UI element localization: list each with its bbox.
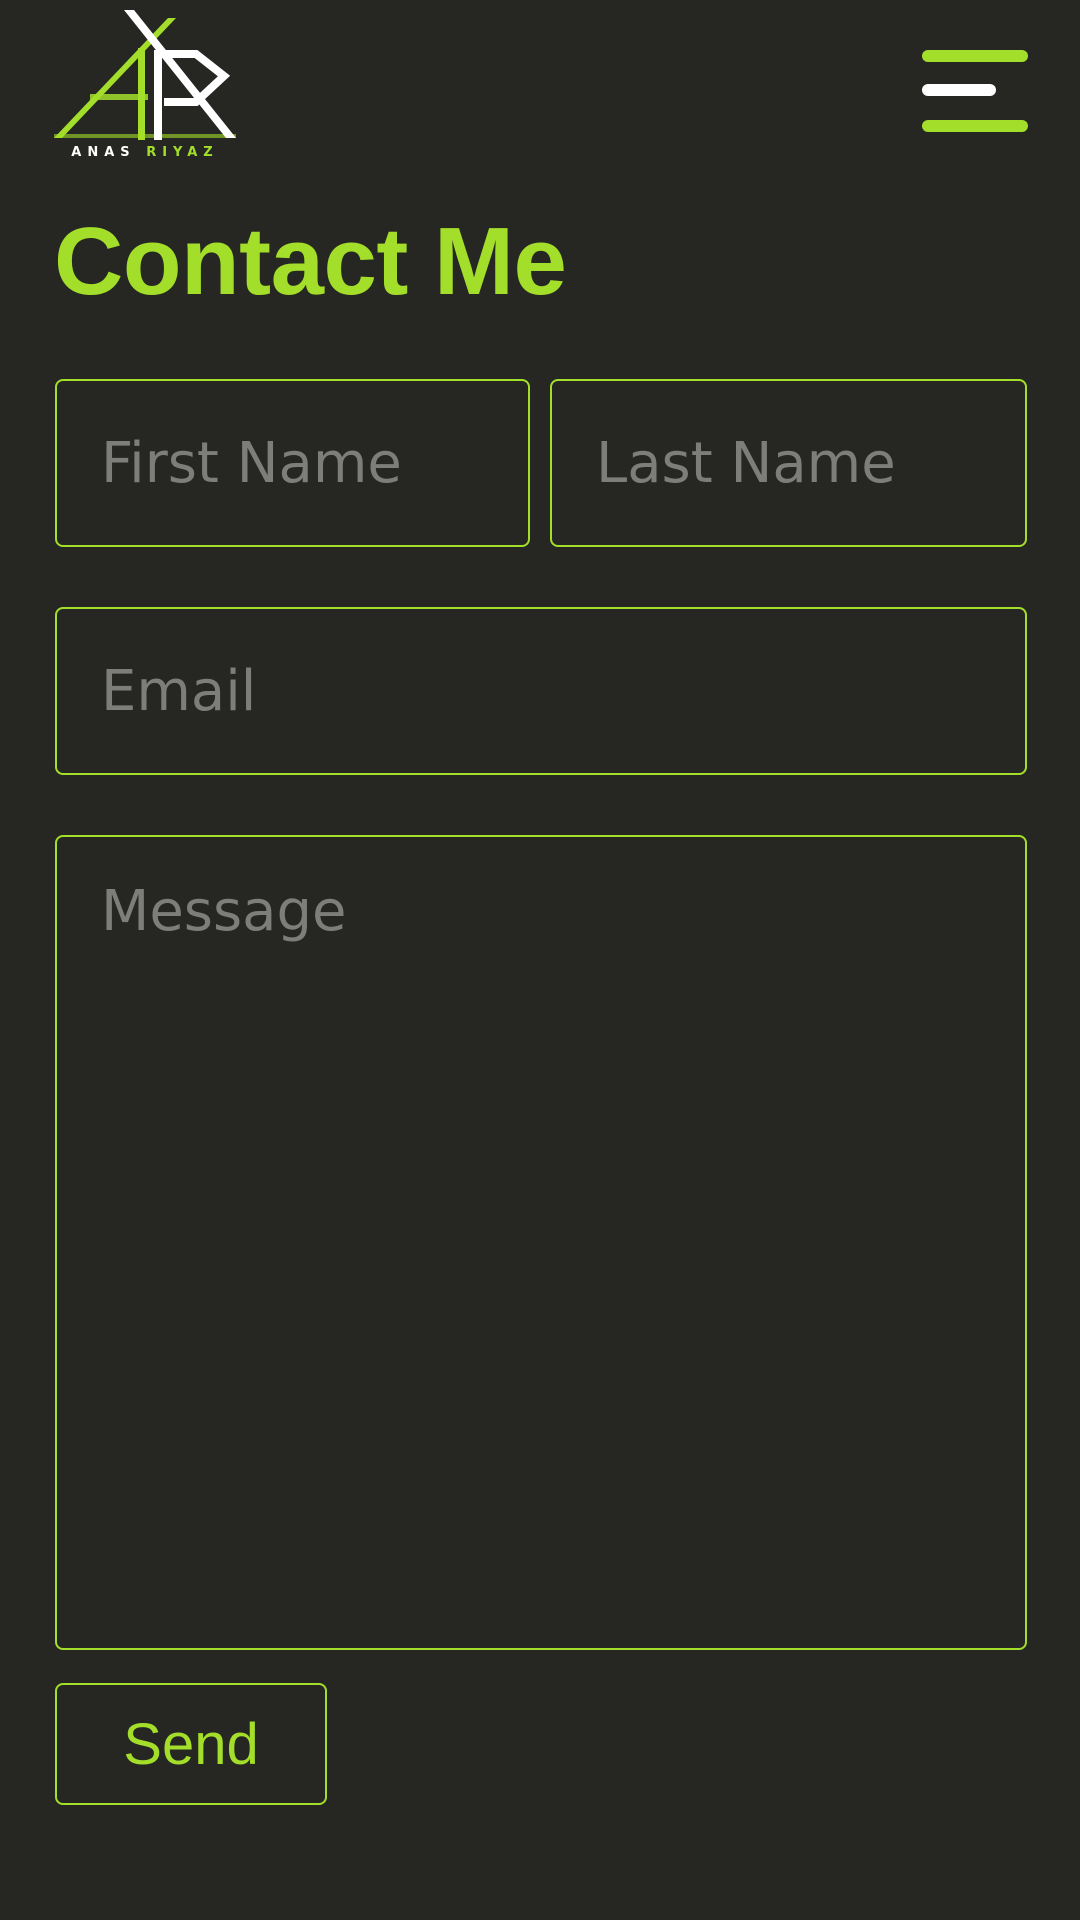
menu-bar-bottom: [922, 120, 1028, 132]
menu-bar-middle: [922, 84, 996, 96]
logo-word-anas: ANAS: [71, 145, 136, 160]
first-name-input[interactable]: [55, 379, 530, 547]
logo-wordmark: ANAS RIYAZ: [54, 145, 236, 160]
logo-mark-icon: [54, 10, 236, 140]
page-title: Contact Me: [54, 208, 567, 315]
send-button[interactable]: Send: [55, 1683, 327, 1805]
message-textarea[interactable]: [55, 835, 1027, 1650]
anas-riyaz-logo[interactable]: ANAS RIYAZ: [54, 10, 236, 162]
last-name-input[interactable]: [550, 379, 1027, 547]
email-input[interactable]: [55, 607, 1027, 775]
menu-bar-top: [922, 50, 1028, 62]
hamburger-menu-icon[interactable]: [922, 50, 1028, 134]
logo-word-riyaz: RIYAZ: [146, 145, 219, 160]
site-header: ANAS RIYAZ: [0, 0, 1080, 170]
